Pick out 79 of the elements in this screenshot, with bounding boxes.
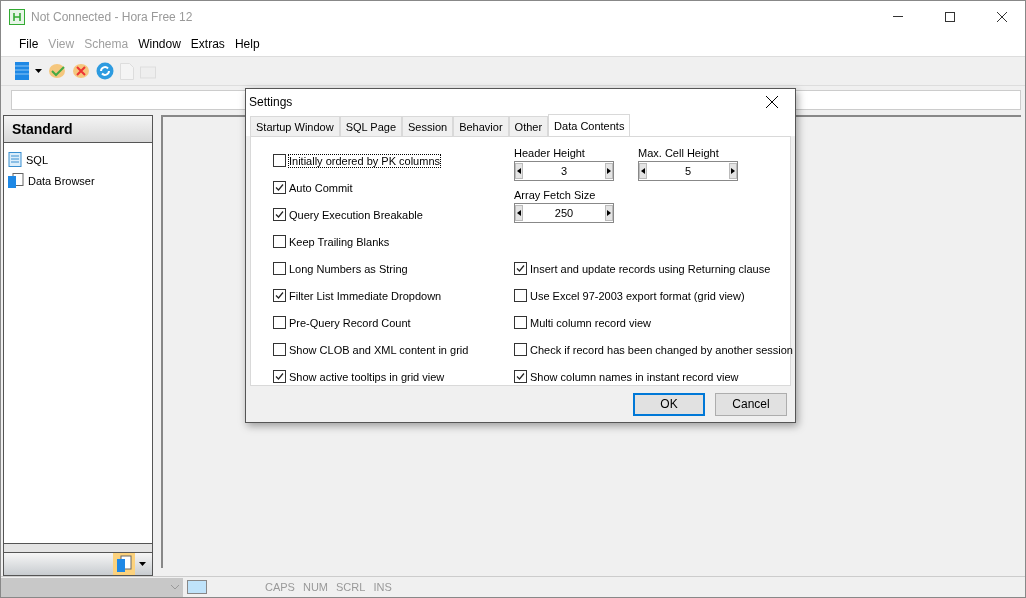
dialog-button[interactable]: OK	[633, 392, 705, 416]
left-arrow-icon[interactable]	[517, 168, 521, 174]
sidebar-item[interactable]: Data Browser	[4, 170, 152, 191]
status-indicator: CAPS	[264, 581, 296, 593]
checkbox[interactable]	[514, 343, 527, 356]
window-title: Not Connected - Hora Free 12	[31, 9, 194, 24]
right-arrow-icon[interactable]	[607, 168, 611, 174]
tab[interactable]: SQL Page	[339, 116, 402, 136]
checkbox[interactable]	[273, 235, 286, 248]
status-indicator: SCRL	[335, 581, 367, 593]
checkbox-label: Pre-Query Record Count	[289, 316, 411, 329]
checkbox[interactable]	[273, 208, 286, 221]
tab[interactable]: Session	[402, 116, 454, 136]
status-indicator: NUM	[301, 581, 330, 593]
disconnect-icon[interactable]	[72, 63, 90, 79]
checkbox[interactable]	[514, 289, 527, 302]
left-arrow-icon[interactable]	[641, 168, 645, 174]
checkbox-label: Filter List Immediate Dropdown	[289, 289, 442, 302]
checkbox[interactable]	[514, 370, 527, 383]
left-arrow-icon[interactable]	[517, 210, 521, 216]
spin-field[interactable]: 5	[638, 161, 738, 181]
checkbox-label: Auto Commit	[289, 181, 353, 194]
checkbox[interactable]	[514, 262, 527, 275]
app-logo-icon	[9, 8, 25, 25]
chevron-down-icon	[171, 584, 179, 590]
checkbox-label: Initially ordered by PK columns	[289, 154, 440, 167]
dialog-title: Settings	[249, 95, 294, 109]
field-label: Max. Cell Height	[638, 147, 720, 159]
checkbox[interactable]	[273, 343, 286, 356]
menu-item[interactable]: Help	[230, 37, 264, 51]
tab[interactable]: Behavior	[453, 116, 509, 136]
splitter-grip[interactable]	[4, 543, 152, 552]
checkbox[interactable]	[273, 262, 286, 275]
dialog-button[interactable]: Cancel	[715, 392, 787, 416]
field-label: Header Height	[514, 147, 586, 159]
checkbox[interactable]	[514, 316, 527, 329]
spin-field[interactable]: 250	[514, 203, 614, 223]
right-arrow-icon[interactable]	[607, 210, 611, 216]
sidebar-item-label: Data Browser	[28, 174, 95, 187]
menu-item[interactable]: Window	[134, 37, 185, 51]
close-icon	[766, 96, 778, 108]
checkbox[interactable]	[273, 316, 286, 329]
checkbox-label: Keep Trailing Blanks	[289, 235, 390, 248]
dropdown-caret-icon[interactable]	[35, 69, 42, 73]
window-icon	[187, 580, 207, 594]
checkbox[interactable]	[273, 370, 286, 383]
table-icon[interactable]	[113, 553, 135, 575]
right-arrow-icon[interactable]	[731, 168, 735, 174]
checkbox-label: Multi column record view	[530, 316, 652, 329]
checkbox-label: Show active tooltips in grid view	[289, 370, 445, 383]
checkbox-label: Show column names in instant record view	[530, 370, 739, 383]
field-label: Array Fetch Size	[514, 189, 597, 201]
checkbox[interactable]	[273, 181, 286, 194]
checkbox-label: Check if record has been changed by another session	[530, 343, 793, 356]
status-indicator: INS	[372, 581, 393, 593]
refresh-icon[interactable]	[96, 62, 114, 80]
checkbox[interactable]	[273, 289, 286, 302]
tab[interactable]: Other	[508, 116, 549, 136]
minimize-icon	[893, 16, 903, 17]
document-icon	[8, 152, 22, 167]
checkbox[interactable]	[273, 154, 286, 167]
checkbox-label: Use Excel 97-2003 export format (grid view)	[530, 289, 745, 302]
tab[interactable]: Data Contents	[548, 114, 631, 136]
sidebar-item-label: SQL	[26, 153, 48, 166]
close-icon	[997, 11, 1007, 22]
checkbox-label: Show CLOB and XML content in grid	[289, 343, 469, 356]
tab[interactable]: Startup Window	[250, 116, 340, 136]
connect-icon[interactable]	[48, 63, 66, 79]
sidebar-title: Standard	[4, 116, 152, 143]
spin-field[interactable]: 3	[514, 161, 614, 181]
menu-item[interactable]: Extras	[186, 37, 229, 51]
checkbox-label: Long Numbers as String	[289, 262, 408, 275]
checkbox-label: Insert and update records using Returning clause	[530, 262, 771, 275]
maximize-icon	[945, 11, 955, 22]
checkbox-label: Query Execution Breakable	[289, 208, 423, 221]
dropdown-caret-icon[interactable]	[139, 562, 146, 566]
sidebar-item[interactable]: SQL	[4, 149, 152, 170]
table-icon	[8, 173, 24, 188]
menu-item[interactable]: File	[15, 37, 43, 51]
